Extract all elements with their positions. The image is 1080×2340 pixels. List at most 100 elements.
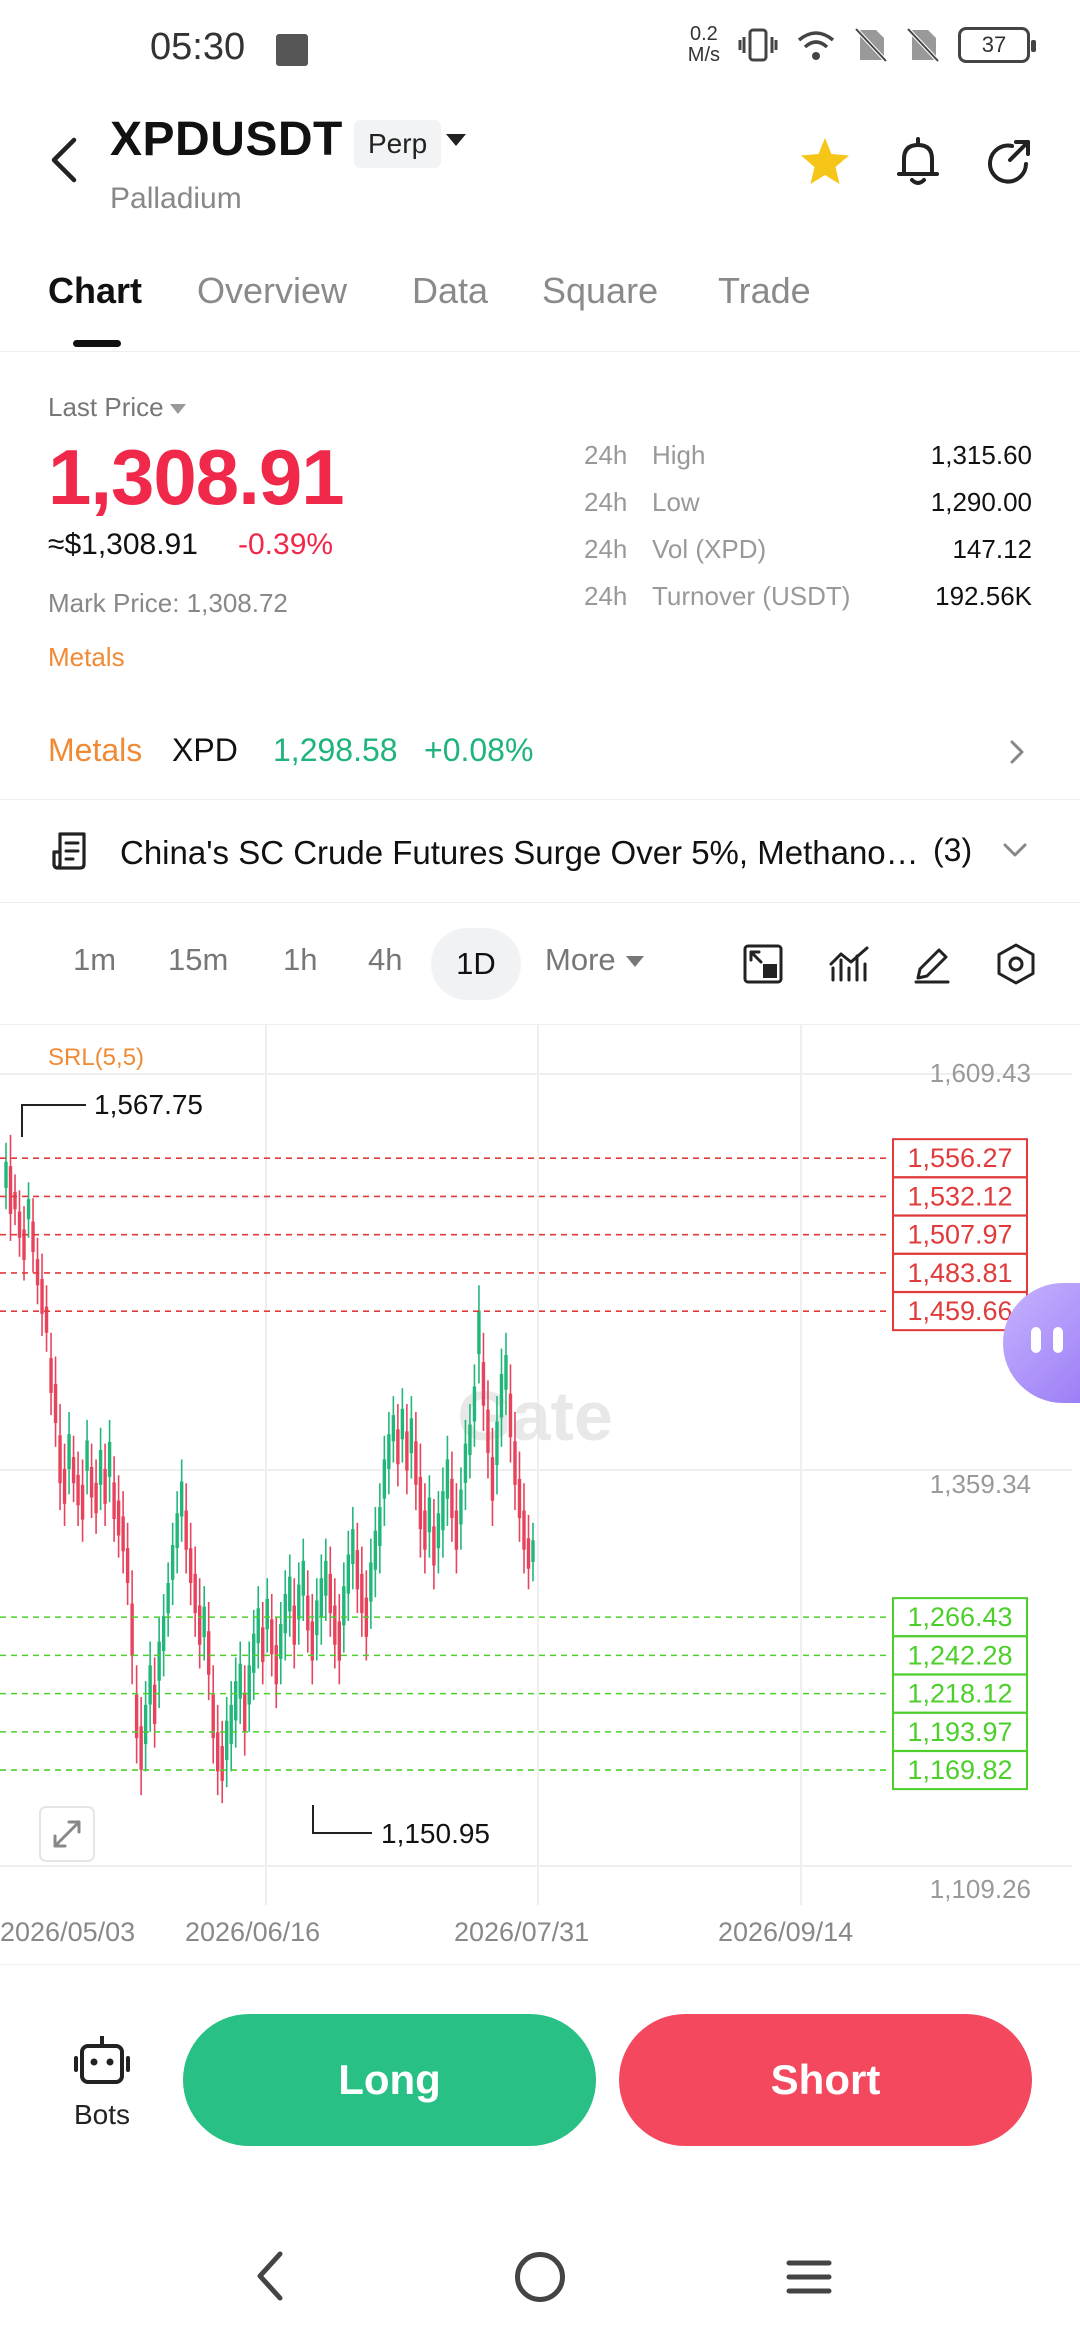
timeframe-4h[interactable]: 4h	[368, 942, 402, 978]
category-tag[interactable]: Metals	[48, 642, 125, 673]
bots-button[interactable]: Bots	[62, 2032, 142, 2131]
candle-body	[89, 1466, 94, 1498]
back-arrow-icon[interactable]	[40, 130, 90, 190]
timeframe-1h[interactable]: 1h	[283, 942, 317, 978]
level-label: 1,532.12	[907, 1181, 1012, 1211]
candle-body	[229, 1704, 233, 1745]
tab-trade[interactable]: Trade	[718, 270, 811, 312]
settings-icon[interactable]	[994, 942, 1038, 986]
candle-body	[4, 1161, 8, 1188]
fullscreen-toggle-icon[interactable]	[741, 942, 785, 986]
ticker-price: 1,298.58	[273, 732, 398, 768]
long-button[interactable]: Long	[183, 2014, 596, 2146]
last-price-selector[interactable]: Last Price	[48, 392, 186, 423]
battery-level: 37	[981, 32, 1007, 57]
candle-body	[179, 1481, 184, 1517]
candle-body	[58, 1435, 62, 1484]
candle-body	[143, 1704, 148, 1745]
tab-chart[interactable]: Chart	[48, 270, 142, 312]
candle-body	[468, 1424, 472, 1456]
tab-data[interactable]: Data	[412, 270, 488, 312]
candle-body	[378, 1506, 382, 1547]
candle-body	[526, 1538, 531, 1569]
candle-body	[31, 1221, 35, 1253]
candle-body	[234, 1681, 238, 1721]
short-button[interactable]: Short	[619, 2014, 1032, 2146]
candle-body	[188, 1548, 193, 1583]
indicator-icon[interactable]	[827, 942, 871, 986]
nav-home-icon[interactable]	[515, 2252, 565, 2302]
bots-label: Bots	[73, 2099, 131, 2130]
candle-body	[391, 1415, 396, 1442]
candle-body	[80, 1484, 85, 1520]
tab-square[interactable]: Square	[542, 270, 658, 312]
candle-body	[17, 1211, 22, 1238]
chevron-down-icon[interactable]	[1000, 838, 1030, 862]
candle-body	[247, 1665, 251, 1705]
candle-body	[490, 1457, 495, 1501]
candle-body	[328, 1573, 333, 1614]
candle-body	[279, 1624, 283, 1659]
candle-body	[261, 1627, 265, 1663]
tab-overview[interactable]: Overview	[197, 270, 347, 312]
news-count: (3)	[933, 832, 973, 868]
news-banner[interactable]: China's SC Crude Futures Surge Over 5%, …	[0, 800, 1080, 903]
stat-row: 24h High 1,315.60	[580, 440, 1035, 487]
candle-body	[243, 1692, 247, 1732]
candle-body	[504, 1354, 508, 1390]
nav-back-icon[interactable]	[250, 2248, 290, 2304]
share-icon[interactable]	[982, 134, 1038, 190]
candle-body	[26, 1199, 31, 1220]
candle-body	[116, 1500, 121, 1536]
timeframe-more[interactable]: More	[545, 942, 644, 978]
candle-body	[76, 1474, 80, 1506]
nav-menu-icon[interactable]	[786, 2258, 832, 2296]
timeframe-15m[interactable]: 15m	[168, 942, 228, 978]
candle-body	[324, 1560, 328, 1596]
perp-badge[interactable]: Perp	[354, 120, 442, 168]
min-price-marker: 1,150.95	[312, 1805, 490, 1849]
timeframe-1d[interactable]: 1D	[431, 928, 521, 1000]
news-headline: China's SC Crude Futures Surge Over 5%, …	[120, 834, 920, 871]
candle-body	[175, 1513, 179, 1549]
timeframe-1m[interactable]: 1m	[73, 942, 116, 978]
assistant-eye	[1031, 1327, 1041, 1353]
pair-title[interactable]: XPDUSDT	[110, 112, 343, 167]
watermark: Gate	[457, 1377, 613, 1455]
candle-body	[292, 1605, 296, 1645]
candle-body	[256, 1608, 260, 1644]
stat-period: 24h	[584, 487, 628, 517]
stat-label: Low	[652, 487, 700, 517]
candle-body	[216, 1732, 220, 1772]
candle-body	[67, 1434, 71, 1469]
candle-body	[450, 1478, 454, 1519]
chevron-down-icon[interactable]	[446, 134, 466, 146]
draw-pen-icon[interactable]	[910, 942, 954, 986]
candle-body	[121, 1516, 125, 1552]
candle-body	[193, 1573, 197, 1614]
candle-body	[319, 1578, 323, 1618]
status-time: 05:30	[150, 26, 246, 68]
candle-body	[40, 1278, 44, 1314]
candle-body	[369, 1562, 373, 1602]
candle-body	[166, 1582, 170, 1614]
bell-icon[interactable]	[890, 134, 946, 190]
candle-body	[463, 1443, 468, 1483]
date-label: 2026/07/31	[454, 1917, 589, 1947]
candle-body	[152, 1684, 157, 1724]
price-chart[interactable]: Gate 1,556.27 1,532.12 1,507.97 1,483.81 1,4…	[0, 1024, 1080, 1965]
no-sim-icon	[906, 27, 940, 63]
timeframe-more-label: More	[545, 942, 616, 977]
candle-body	[148, 1665, 152, 1705]
candle-body	[499, 1373, 504, 1418]
header: XPDUSDT Perp Palladium	[0, 100, 1080, 230]
candle-body	[459, 1489, 463, 1525]
expand-icon	[39, 1806, 95, 1862]
max-price-label: 1,567.75	[94, 1089, 203, 1120]
last-price-label: Last Price	[48, 392, 164, 422]
related-ticker[interactable]: Metals XPD 1,298.58 +0.08%	[0, 720, 1080, 800]
star-icon[interactable]	[797, 134, 853, 190]
candle-body	[315, 1600, 319, 1636]
axis-label: 1,359.34	[930, 1469, 1031, 1499]
candle-body	[130, 1603, 134, 1656]
